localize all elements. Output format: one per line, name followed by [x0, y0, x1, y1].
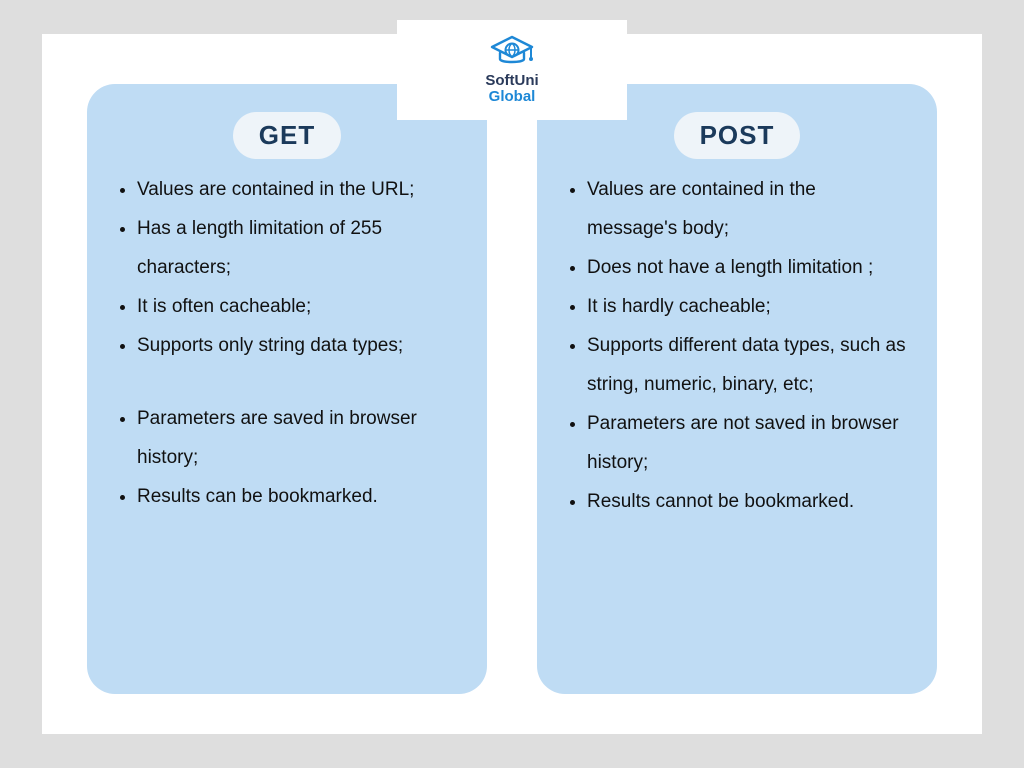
- list-item: Supports only string data types;: [137, 327, 461, 366]
- list-item: Parameters are saved in browser history;: [137, 400, 461, 478]
- list-item: Results can be bookmarked.: [137, 478, 461, 517]
- comparison-page: SoftUni Global GET Values are contained …: [42, 34, 982, 734]
- logo-text: SoftUni Global: [485, 73, 538, 105]
- get-points-group-1: Values are contained in the URL; Has a l…: [113, 171, 461, 366]
- logo-line-2: Global: [489, 88, 536, 105]
- list-item: Parameters are not saved in browser hist…: [587, 405, 911, 483]
- graduation-cap-icon: [490, 35, 534, 69]
- list-item: It is hardly cacheable;: [587, 288, 911, 327]
- list-item: It is often cacheable;: [137, 288, 461, 327]
- list-item: Results cannot be bookmarked.: [587, 483, 911, 522]
- card-get: GET Values are contained in the URL; Has…: [87, 84, 487, 694]
- get-points-group-2: Parameters are saved in browser history;…: [113, 400, 461, 517]
- list-item: Values are contained in the message's bo…: [587, 171, 911, 249]
- logo-line-1: SoftUni: [485, 72, 538, 89]
- list-item: Has a length limitation of 255 character…: [137, 210, 461, 288]
- list-item: Supports different data types, such as s…: [587, 327, 911, 405]
- spacer: [113, 366, 461, 400]
- list-item: Does not have a length limitation ;: [587, 249, 911, 288]
- badge-post: POST: [674, 112, 801, 159]
- post-points: Values are contained in the message's bo…: [563, 171, 911, 521]
- badge-get: GET: [233, 112, 341, 159]
- card-post: POST Values are contained in the message…: [537, 84, 937, 694]
- list-item: Values are contained in the URL;: [137, 171, 461, 210]
- logo-box: SoftUni Global: [397, 20, 627, 120]
